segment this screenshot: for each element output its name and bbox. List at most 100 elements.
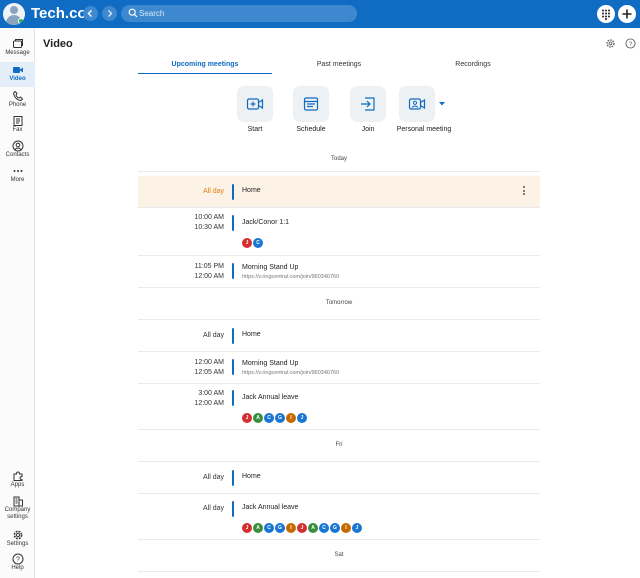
help-circle-icon[interactable]: ? xyxy=(625,38,636,49)
participant-avatar[interactable]: G xyxy=(275,523,285,533)
participant-avatars: JACGIJ xyxy=(242,413,308,423)
participant-avatar[interactable]: I xyxy=(286,413,296,423)
date-header-sat: Sat xyxy=(138,540,540,572)
meeting-row[interactable]: All day Home xyxy=(138,176,540,208)
meeting-row[interactable]: 12:00 AM 12:05 AM Morning Stand Up https… xyxy=(138,352,540,384)
nav-help[interactable]: ? Help xyxy=(0,551,35,576)
search-input[interactable] xyxy=(139,7,349,20)
meeting-title: Home xyxy=(242,331,261,338)
svg-text:?: ? xyxy=(16,557,20,564)
meeting-row[interactable]: All day Jack Annual leave JACGIJACGIJ xyxy=(138,494,540,540)
meeting-title: Jack/Conor 1:1 xyxy=(242,219,290,226)
tab-recordings[interactable]: Recordings xyxy=(406,58,540,74)
start-video-icon xyxy=(246,98,264,110)
participant-avatar[interactable]: J xyxy=(242,238,252,248)
nav-fax[interactable]: Fax xyxy=(0,113,35,138)
schedule-button[interactable]: Schedule xyxy=(283,86,339,133)
meeting-title: Morning Stand Up xyxy=(242,360,299,367)
meeting-title: Jack Annual leave xyxy=(242,504,299,511)
new-button[interactable] xyxy=(618,5,636,23)
meeting-title: Morning Stand Up xyxy=(242,264,299,271)
nav-settings[interactable]: Settings xyxy=(0,527,35,552)
meeting-row[interactable]: 3:00 AM 12:00 AM Jack Annual leave JACGI… xyxy=(138,384,540,430)
participant-avatars: JC xyxy=(242,238,264,248)
meeting-row[interactable]: 11:05 PM 12:00 AM Morning Stand Up https… xyxy=(138,256,540,288)
participant-avatar[interactable]: C xyxy=(264,413,274,423)
participant-avatar[interactable]: J xyxy=(352,523,362,533)
participant-avatar[interactable]: J xyxy=(242,413,252,423)
left-nav: Message Video Phone Fax Contacts More Ap… xyxy=(0,28,35,578)
personal-meeting-icon xyxy=(408,98,426,110)
nav-more[interactable]: More xyxy=(0,163,35,188)
search-icon xyxy=(128,8,138,18)
brand-name: Tech.co xyxy=(31,5,87,22)
participant-avatar[interactable]: A xyxy=(253,413,263,423)
participant-avatar[interactable]: I xyxy=(286,523,296,533)
meeting-link[interactable]: https://v.ringcentral.com/join/960340760 xyxy=(242,274,339,280)
svg-text:?: ? xyxy=(629,41,633,48)
participant-avatar[interactable]: C xyxy=(264,523,274,533)
settings-gear-icon[interactable] xyxy=(605,38,616,49)
meeting-title: Home xyxy=(242,473,261,480)
page-title: Video xyxy=(43,38,73,50)
meeting-row[interactable]: 10:00 AM 10:30 AM Jack/Conor 1:1 JC xyxy=(138,208,540,256)
tab-past-meetings[interactable]: Past meetings xyxy=(272,58,406,74)
participant-avatar[interactable]: A xyxy=(253,523,263,533)
video-icon xyxy=(12,67,23,73)
join-icon xyxy=(361,97,375,111)
participant-avatar[interactable]: G xyxy=(330,523,340,533)
fax-icon xyxy=(13,116,22,126)
building-icon xyxy=(13,496,23,507)
phone-icon xyxy=(12,90,23,102)
participant-avatar[interactable]: J xyxy=(297,523,307,533)
participant-avatar[interactable]: J xyxy=(242,523,252,533)
date-header-tomorrow: Tomorrow xyxy=(138,288,540,320)
more-options-icon[interactable] xyxy=(522,186,526,197)
nav-contacts[interactable]: Contacts xyxy=(0,138,35,163)
meeting-title: Home xyxy=(242,187,261,194)
meeting-list: Today All day Home 10:00 AM 10:30 AM Jac… xyxy=(138,148,540,572)
meeting-tabs: Upcoming meetings Past meetings Recordin… xyxy=(138,58,540,74)
chevron-right-icon xyxy=(108,10,113,17)
nav-apps[interactable]: Apps xyxy=(0,468,35,493)
caret-down-icon[interactable] xyxy=(438,101,446,107)
meeting-link[interactable]: https://v.ringcentral.com/join/960340760 xyxy=(242,370,339,376)
presence-dot xyxy=(18,18,24,24)
participant-avatar[interactable]: C xyxy=(253,238,263,248)
nav-company-settings[interactable]: Company settings xyxy=(0,493,35,523)
forward-button[interactable] xyxy=(102,6,117,21)
meeting-row[interactable]: All day Home xyxy=(138,462,540,494)
schedule-icon xyxy=(303,97,319,111)
participant-avatars: JACGIJACGIJ xyxy=(242,523,363,533)
gear-icon xyxy=(13,530,22,540)
participant-avatar[interactable]: C xyxy=(319,523,329,533)
nav-message[interactable]: Message xyxy=(0,36,35,61)
nav-video[interactable]: Video xyxy=(0,62,35,87)
participant-avatar[interactable]: I xyxy=(341,523,351,533)
join-button[interactable]: Join xyxy=(340,86,396,133)
back-button[interactable] xyxy=(83,6,98,21)
top-bar: Tech.co xyxy=(0,0,640,28)
dialpad-button[interactable] xyxy=(597,5,615,23)
search-box[interactable] xyxy=(121,5,357,22)
more-icon xyxy=(13,170,22,172)
date-header-today: Today xyxy=(138,148,540,172)
date-header-fri: Fri xyxy=(138,430,540,462)
meeting-row[interactable]: All day Home xyxy=(138,320,540,352)
help-icon: ? xyxy=(12,553,23,565)
message-icon xyxy=(12,39,23,48)
plus-icon xyxy=(622,9,632,19)
contacts-icon xyxy=(12,140,23,152)
dialpad-icon xyxy=(602,9,610,20)
puzzle-icon xyxy=(13,471,22,481)
start-button[interactable]: Start xyxy=(227,86,283,133)
meeting-title: Jack Annual leave xyxy=(242,394,299,401)
participant-avatar[interactable]: G xyxy=(275,413,285,423)
participant-avatar[interactable]: A xyxy=(308,523,318,533)
user-avatar[interactable] xyxy=(3,3,25,25)
chevron-left-icon xyxy=(87,10,92,17)
personal-meeting-button[interactable]: Personal meeting xyxy=(395,86,453,133)
nav-phone[interactable]: Phone xyxy=(0,88,35,113)
participant-avatar[interactable]: J xyxy=(297,413,307,423)
tab-upcoming-meetings[interactable]: Upcoming meetings xyxy=(138,58,272,74)
